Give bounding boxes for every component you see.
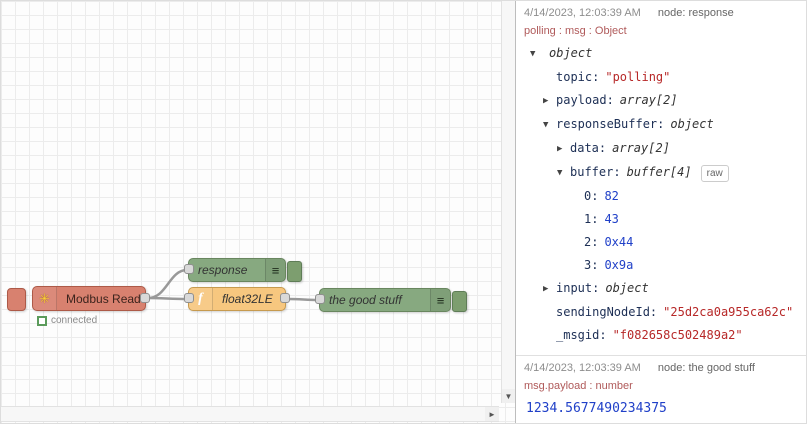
caret-icon[interactable]: ▶ bbox=[557, 138, 570, 161]
tree-row: 0: 82 bbox=[524, 185, 802, 208]
tree-key: 1: bbox=[584, 212, 599, 226]
horizontal-scrollbar[interactable]: ► bbox=[1, 406, 499, 422]
node-label: Modbus Read bbox=[66, 291, 141, 306]
caret-icon[interactable]: ▶ bbox=[543, 278, 556, 301]
tree-row[interactable]: ▶ input: object bbox=[524, 277, 802, 301]
debug-message: 4/14/2023, 12:03:39 AM node: response po… bbox=[516, 1, 806, 356]
scroll-down-icon[interactable]: ▼ bbox=[502, 389, 515, 403]
source-node: node: response bbox=[657, 7, 734, 19]
vertical-scrollbar[interactable]: ▼ bbox=[501, 1, 515, 403]
caret-icon[interactable]: ▼ bbox=[543, 114, 556, 137]
status-text: connected bbox=[51, 315, 98, 326]
tree-value: "polling" bbox=[605, 70, 671, 84]
debug-sidebar[interactable]: 4/14/2023, 12:03:39 AM node: response po… bbox=[515, 1, 806, 423]
modbus-gear-icon: ✳ bbox=[33, 287, 57, 310]
tree-key: 2: bbox=[584, 235, 599, 249]
tree-key: sendingNodeId: bbox=[556, 305, 658, 319]
tree-row: topic: "polling" bbox=[524, 66, 802, 89]
node-debug-response[interactable]: response ≡ bbox=[184, 258, 302, 282]
tree-row: 3: 0x9a bbox=[524, 254, 802, 277]
wire-modbus-response[interactable] bbox=[147, 268, 188, 300]
tree-key: responseBuffer: bbox=[556, 117, 665, 131]
node-label: float32LE bbox=[222, 292, 273, 306]
debug-list-icon: ≡ bbox=[265, 259, 285, 281]
tree-value: object bbox=[605, 281, 649, 295]
tree-value: array[2] bbox=[619, 93, 678, 107]
msg-path: msg.payload : number bbox=[524, 380, 633, 392]
timestamp: 4/14/2023, 12:03:39 AM bbox=[524, 362, 641, 374]
tree-row: 2: 0x44 bbox=[524, 231, 802, 254]
debug-toggle-button[interactable] bbox=[287, 261, 302, 282]
node-debug-good-stuff[interactable]: the good stuff ≡ bbox=[315, 288, 467, 312]
tree-row[interactable]: ▼ buffer: buffer[4] raw bbox=[524, 161, 802, 185]
timestamp: 4/14/2023, 12:03:39 AM bbox=[524, 7, 641, 19]
tree-key: buffer: bbox=[570, 165, 621, 179]
flow-canvas[interactable]: ✳ Modbus Read connected response ≡ f flo… bbox=[1, 1, 515, 423]
node-red-window: ✳ Modbus Read connected response ≡ f flo… bbox=[0, 0, 807, 424]
output-port[interactable] bbox=[280, 293, 290, 303]
tree-value: buffer[4] bbox=[626, 165, 692, 179]
scroll-right-icon[interactable]: ► bbox=[485, 407, 499, 421]
json-tree: ▼ object topic: "polling" ▶ payload: array[2… bbox=[524, 42, 802, 347]
tree-row[interactable]: ▶ data: array[2] bbox=[524, 137, 802, 161]
wire-modbus-float32[interactable] bbox=[147, 296, 188, 301]
source-node: node: the good stuff bbox=[657, 362, 755, 374]
tree-key: 3: bbox=[584, 258, 599, 272]
status-dot-icon bbox=[37, 315, 47, 326]
node-label: response bbox=[198, 263, 248, 277]
payload-value: 1234.5677490234375 bbox=[526, 401, 667, 416]
tree-row[interactable]: ▼ responseBuffer: object bbox=[524, 113, 802, 137]
tree-row[interactable]: ▶ payload: array[2] bbox=[524, 89, 802, 113]
tree-key: data: bbox=[570, 141, 607, 155]
tree-row: _msgid: "f082658c502489a2" bbox=[524, 324, 802, 347]
node-label: the good stuff bbox=[329, 293, 402, 307]
clipped-node[interactable] bbox=[7, 288, 26, 311]
debug-meta: 4/14/2023, 12:03:39 AM node: response bbox=[524, 7, 802, 19]
node-function-float32le[interactable]: f float32LE bbox=[184, 287, 290, 311]
debug-toggle-button[interactable] bbox=[452, 291, 467, 312]
input-port[interactable] bbox=[184, 264, 194, 274]
output-port[interactable] bbox=[140, 292, 150, 303]
tree-value: object bbox=[670, 117, 714, 131]
tree-value: array[2] bbox=[612, 141, 670, 155]
tree-value: 43 bbox=[604, 212, 619, 226]
tree-value: 0x44 bbox=[604, 235, 634, 249]
tree-value: object bbox=[549, 46, 593, 60]
input-port[interactable] bbox=[315, 294, 325, 304]
tree-row[interactable]: ▼ object bbox=[524, 42, 802, 66]
tree-row: sendingNodeId: "25d2ca0a955ca62c" bbox=[524, 301, 802, 324]
caret-icon[interactable]: ▼ bbox=[530, 43, 543, 66]
node-status: connected bbox=[37, 315, 97, 326]
tree-key: topic: bbox=[556, 70, 600, 84]
tree-value: "25d2ca0a955ca62c" bbox=[663, 305, 794, 319]
tree-key: input: bbox=[556, 281, 600, 295]
node-modbus-read[interactable]: ✳ Modbus Read bbox=[32, 286, 150, 311]
caret-icon[interactable]: ▼ bbox=[557, 162, 570, 185]
debug-meta: 4/14/2023, 12:03:39 AM node: the good st… bbox=[524, 362, 802, 374]
tree-value: 0x9a bbox=[604, 258, 634, 272]
input-port[interactable] bbox=[184, 293, 194, 303]
tree-row: 1: 43 bbox=[524, 208, 802, 231]
raw-button[interactable]: raw bbox=[700, 165, 729, 182]
debug-message: 4/14/2023, 12:03:39 AM node: the good st… bbox=[516, 356, 806, 423]
tree-key: _msgid: bbox=[556, 328, 607, 342]
tree-key: payload: bbox=[556, 93, 614, 107]
wire-layer bbox=[147, 268, 320, 302]
debug-list-icon: ≡ bbox=[430, 289, 450, 311]
caret-icon[interactable]: ▶ bbox=[543, 90, 556, 113]
tree-value: "f082658c502489a2" bbox=[612, 328, 743, 342]
tree-value: 82 bbox=[604, 189, 619, 203]
msg-path: polling : msg : Object bbox=[524, 25, 627, 37]
tree-key: 0: bbox=[584, 189, 599, 203]
